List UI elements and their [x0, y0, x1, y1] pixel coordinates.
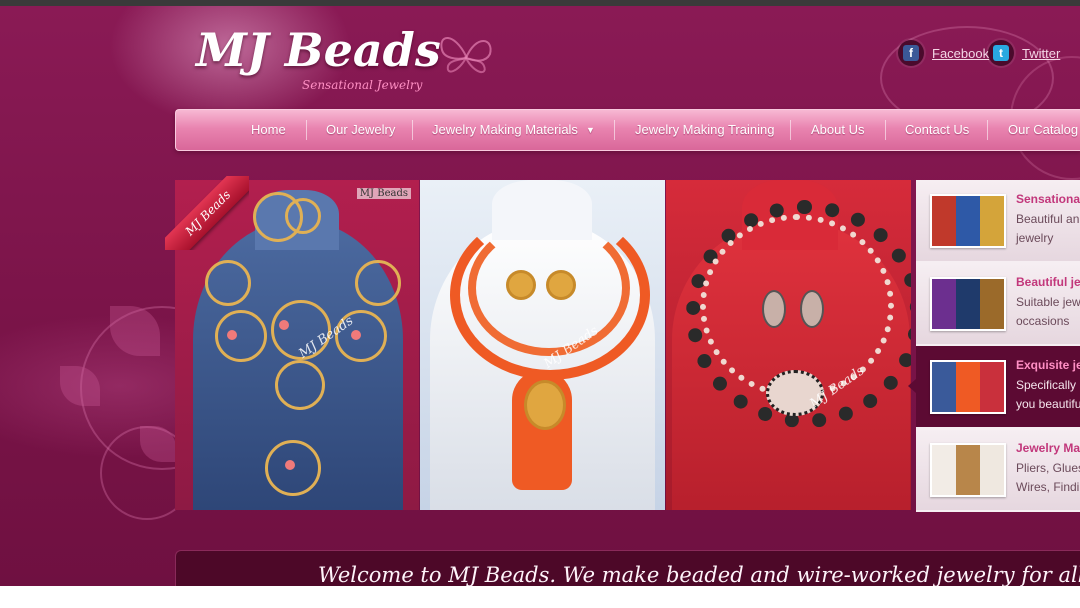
nav-separator [885, 120, 886, 140]
slide-image-wire-necklace[interactable]: MJ Beads [666, 180, 911, 510]
nav-separator [412, 120, 413, 140]
nav-separator [790, 120, 791, 140]
thumb-title: Beautiful jew [1016, 275, 1080, 289]
thumb-item[interactable]: Beautiful jew Suitable jewoccasions [916, 263, 1080, 346]
thumb-title: Sensational [1016, 192, 1080, 206]
nav-contact-us[interactable]: Contact Us [905, 110, 969, 150]
nav-about-us[interactable]: About Us [811, 110, 864, 150]
featured-slider[interactable]: MJ Beads MJ Beads MJ Beads MJ Beads MJ B… [165, 176, 911, 510]
thumb-image [930, 277, 1006, 331]
thumb-item[interactable]: Jewelry Mak Pliers, Glues Wires, Findi [916, 429, 1080, 512]
active-pointer [908, 379, 916, 393]
slider-thumbnails: Sensational Beautiful an jewelry Beautifu… [908, 180, 1080, 512]
thumb-image [930, 194, 1006, 248]
butterfly-icon [440, 37, 492, 74]
thumb-image [930, 443, 1006, 497]
social-twitter[interactable]: t Twitter [988, 40, 1060, 66]
corner-ribbon: MJ Beads [165, 176, 249, 250]
nav-materials-label: Jewelry Making Materials [432, 122, 578, 137]
nav-separator [306, 120, 307, 140]
slide-image-coral-necklace[interactable]: MJ Beads [420, 180, 665, 510]
nav-home[interactable]: Home [251, 110, 286, 150]
thumb-item[interactable]: Sensational Beautiful an jewelry [916, 180, 1080, 263]
chevron-down-icon: ▼ [585, 125, 595, 135]
thumb-image [930, 360, 1006, 414]
nav-separator [614, 120, 615, 140]
social-facebook[interactable]: f Facebook [898, 40, 989, 66]
thumb-item-active[interactable]: Exquisite jew Specificallyyou beautifu [908, 346, 1080, 429]
facebook-icon[interactable]: f [898, 40, 924, 66]
nav-our-catalog[interactable]: Our Catalog [1008, 110, 1078, 150]
facebook-link[interactable]: Facebook [932, 46, 989, 61]
thumb-desc: Pliers, Glues Wires, Findi [1016, 461, 1080, 494]
thumb-desc: Suitable jew occasions [1016, 295, 1080, 328]
ribbon-label: MJ Beads [165, 176, 249, 250]
welcome-text: Welcome to MJ Beads. We make beaded and … [318, 563, 1080, 587]
welcome-banner: Welcome to MJ Beads. We make beaded and … [175, 550, 1080, 591]
page-bottom-edge [0, 586, 1080, 608]
nav-jewelry-making-materials[interactable]: Jewelry Making Materials ▼ [432, 110, 595, 150]
nav-separator [987, 120, 988, 140]
nav-our-jewelry[interactable]: Our Jewelry [326, 110, 395, 150]
site-logo[interactable]: MJ Beads Sensational Jewelry [196, 22, 441, 92]
thumb-title: Exquisite jew [1016, 358, 1080, 372]
thumb-desc: Specifically you beautifu [1016, 378, 1080, 411]
main-navigation: Home Our Jewelry Jewelry Making Material… [175, 109, 1080, 151]
thumb-title: Jewelry Mak [1016, 441, 1080, 455]
logo-title: MJ Beads [196, 23, 441, 77]
nav-jewelry-making-training[interactable]: Jewelry Making Training [635, 110, 774, 150]
thumb-desc: Beautiful an jewelry [1016, 212, 1080, 245]
twitter-link[interactable]: Twitter [1022, 46, 1060, 61]
twitter-icon[interactable]: t [988, 40, 1014, 66]
slide-brand-mark: MJ Beads [356, 188, 411, 199]
